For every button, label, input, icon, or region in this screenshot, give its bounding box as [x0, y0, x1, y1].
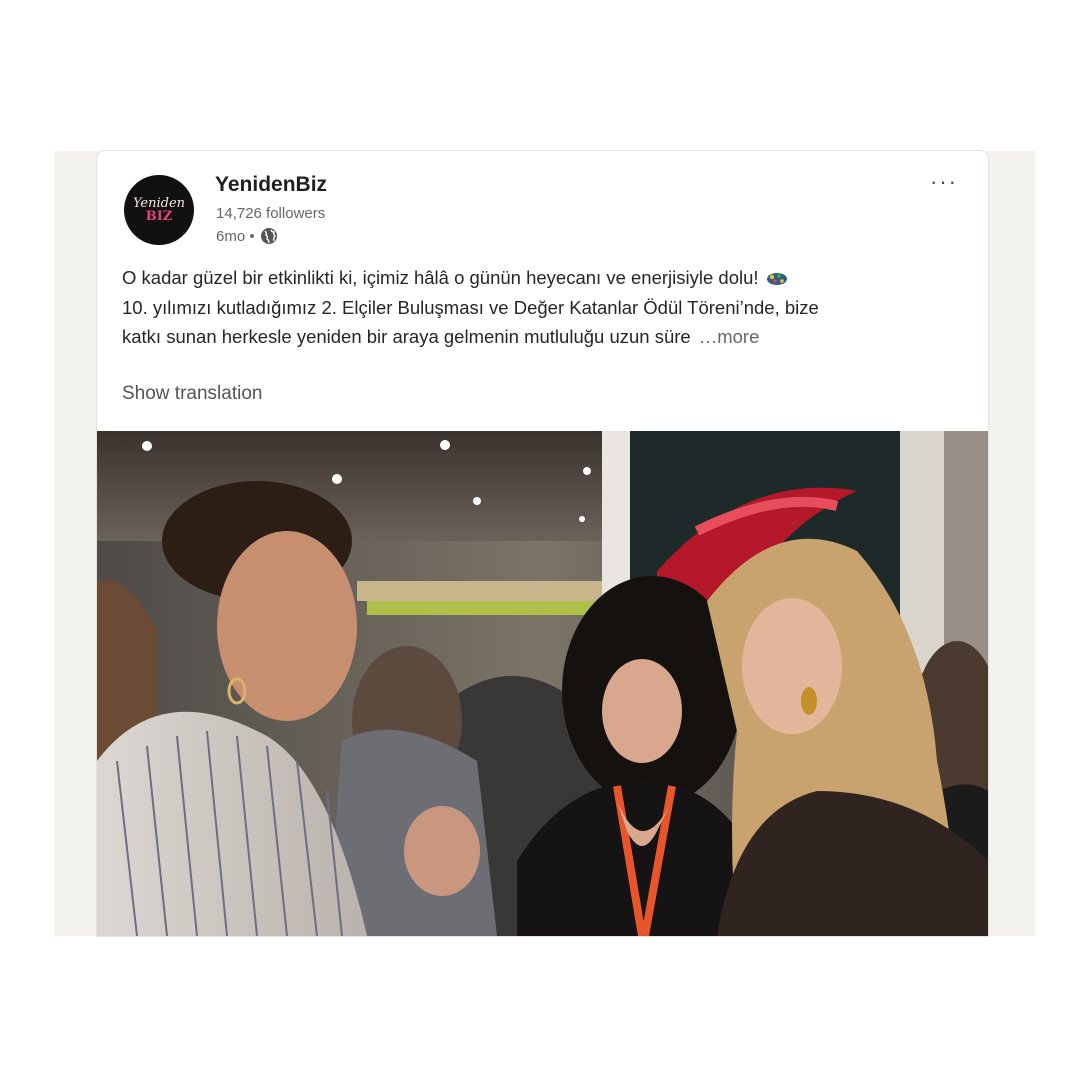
show-translation-link[interactable]: Show translation: [122, 383, 262, 405]
confetti-emoji-icon: [766, 273, 787, 285]
post-text-line: O kadar güzel bir etkinlikti ki, içimiz …: [122, 263, 962, 293]
post-text-line: 10. yılımızı kutladığımız 2. Elçiler Bul…: [122, 296, 819, 318]
post-text-line: katkı sunan herkesle yeniden bir araya g…: [122, 326, 760, 347]
post-time: 6mo •: [216, 227, 255, 245]
post-text: O kadar güzel bir etkinlikti ki, içimiz …: [122, 263, 962, 352]
company-logo-avatar[interactable]: Yeniden BIZ: [124, 175, 194, 245]
see-more-link[interactable]: …more: [699, 326, 760, 347]
more-options-icon[interactable]: ···: [930, 169, 958, 195]
post-photo[interactable]: [97, 431, 988, 936]
follower-count: 14,726 followers: [216, 205, 326, 222]
post-card: Yeniden BIZ YenidenBiz 14,726 followers …: [97, 151, 988, 936]
post-meta: 6mo •: [216, 227, 278, 245]
avatar-text-bottom: BIZ: [145, 209, 173, 224]
globe-icon: [260, 228, 277, 244]
author-name[interactable]: YenidenBiz: [215, 173, 327, 197]
